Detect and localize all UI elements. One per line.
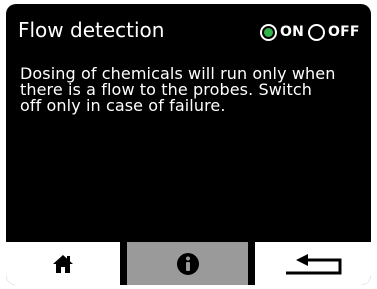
- bottom-navigation-bar: [6, 242, 371, 285]
- description-line: off only in case of failure.: [20, 96, 226, 115]
- flow-detection-toggle: ON OFF: [260, 20, 360, 44]
- on-radio-button[interactable]: [260, 23, 277, 41]
- radio-selected-dot: [264, 27, 273, 37]
- on-label: ON: [280, 24, 305, 40]
- off-label: OFF: [328, 24, 360, 40]
- back-icon: [286, 253, 342, 274]
- info-icon: [176, 252, 199, 275]
- display-screen: Flow detection ON OFF Dosing of chemical…: [6, 4, 371, 285]
- home-icon: [53, 254, 73, 273]
- home-button[interactable]: [6, 242, 120, 285]
- on-radio-option[interactable]: ON: [260, 23, 305, 41]
- info-button[interactable]: [127, 242, 248, 285]
- page-title: Flow detection: [18, 18, 165, 42]
- off-radio-button[interactable]: [308, 23, 326, 41]
- back-button[interactable]: [255, 242, 371, 285]
- off-radio-option[interactable]: OFF: [308, 23, 360, 41]
- device-frame: Flow detection ON OFF Dosing of chemical…: [0, 0, 377, 289]
- description-text: Dosing of chemicals will run only when t…: [20, 66, 364, 114]
